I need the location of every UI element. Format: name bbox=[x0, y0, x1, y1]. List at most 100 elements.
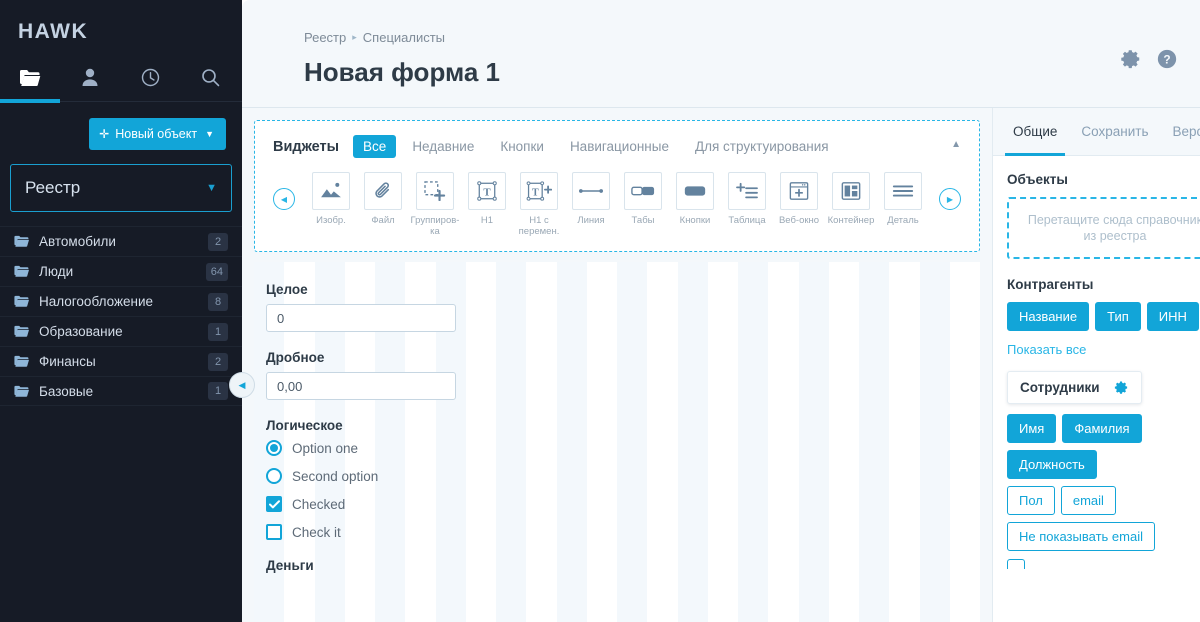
group-icon bbox=[416, 172, 454, 210]
widgets-tabs: Виджеты Все Недавние Кнопки Навигационны… bbox=[273, 135, 961, 158]
field-group-logical: Логическое Option one Second option Chec… bbox=[266, 418, 980, 540]
employees-card-title: Сотрудники bbox=[1020, 380, 1100, 395]
employee-tag-1[interactable]: Фамилия bbox=[1062, 414, 1142, 443]
tab-versions[interactable]: Версии bbox=[1160, 108, 1200, 156]
radio-second-option[interactable]: Second option bbox=[266, 468, 980, 484]
widget-items: Изобр. Файл Группиров-ка T H1 T H1 с перемен. Л… bbox=[295, 172, 939, 237]
field-input-decimal[interactable]: 0,00 bbox=[266, 372, 456, 400]
radio-icon-checked bbox=[266, 440, 282, 456]
registry-dropzone[interactable]: Перетащите сюда справочник из реестра bbox=[1007, 197, 1200, 259]
tree-item-count: 8 bbox=[208, 292, 228, 311]
widget-item-label: Контейнер bbox=[827, 215, 875, 226]
tab-save[interactable]: Сохранить bbox=[1069, 108, 1160, 156]
show-all-link[interactable]: Показать все bbox=[1007, 342, 1086, 357]
tree-item-5[interactable]: Базовые 1 bbox=[0, 376, 242, 406]
tree-item-3[interactable]: Образование 1 bbox=[0, 316, 242, 346]
tab-all[interactable]: Все bbox=[353, 135, 397, 158]
line-icon bbox=[572, 172, 610, 210]
widget-item-web-window[interactable]: Веб-окно bbox=[773, 172, 825, 237]
folder-icon bbox=[19, 69, 41, 87]
widget-item-detail[interactable]: Деталь bbox=[877, 172, 929, 237]
employees-card-header[interactable]: Сотрудники bbox=[1007, 371, 1142, 404]
help-icon[interactable]: ? bbox=[1156, 48, 1178, 70]
object-tree: Автомобили 2 Люди 64 Налогообложение 8 Образов… bbox=[0, 226, 242, 406]
field-input-integer[interactable]: 0 bbox=[266, 304, 456, 332]
employee-tag-row-1: Должность bbox=[1007, 450, 1200, 479]
sidebar-collapse-handle[interactable]: ◀ bbox=[229, 372, 255, 398]
widgets-collapse-icon[interactable]: ▲ bbox=[951, 139, 961, 150]
app-logo: HAWK bbox=[18, 20, 89, 43]
widgets-scroll-left-button[interactable]: ◀ bbox=[273, 188, 295, 210]
tab-structure[interactable]: Для структуирования bbox=[685, 135, 839, 158]
button-icon bbox=[676, 172, 714, 210]
breadcrumb-item-1[interactable]: Специалисты bbox=[363, 30, 445, 45]
clock-icon bbox=[141, 68, 160, 87]
widget-item-label: Группиров-ка bbox=[410, 215, 460, 237]
tree-item-2[interactable]: Налогообложение 8 bbox=[0, 286, 242, 316]
employee-tag-3[interactable]: Пол bbox=[1007, 486, 1055, 515]
new-object-button[interactable]: ✛ Новый объект ▼ bbox=[89, 118, 226, 150]
gear-icon[interactable] bbox=[1114, 380, 1129, 395]
page-title: Новая форма 1 bbox=[304, 57, 501, 87]
radio-option-one-label: Option one bbox=[292, 440, 359, 456]
nav-user-button[interactable] bbox=[60, 54, 120, 102]
new-object-label: Новый объект bbox=[115, 127, 198, 141]
employees-tag-partial[interactable] bbox=[1007, 559, 1025, 569]
widget-item-line[interactable]: Линия bbox=[565, 172, 617, 237]
employees-tags: Имя Фамилия Должность Пол email Не показывать… bbox=[1007, 414, 1200, 551]
objects-section-title: Объекты bbox=[1007, 172, 1068, 187]
widget-item-paperclip[interactable]: Файл bbox=[357, 172, 409, 237]
field-label-decimal: Дробное bbox=[266, 350, 325, 365]
counterparty-tag-2[interactable]: ИНН bbox=[1146, 302, 1199, 331]
tree-item-1[interactable]: Люди 64 bbox=[0, 256, 242, 286]
widget-item-table[interactable]: Таблица bbox=[721, 172, 773, 237]
widget-item-label: Линия bbox=[577, 215, 605, 226]
employee-tag-row-2: Пол email bbox=[1007, 486, 1200, 515]
form-canvas[interactable]: Целое 0 Дробное 0,00 Логическое Option o… bbox=[254, 262, 980, 622]
svg-text:T: T bbox=[483, 187, 491, 199]
radio-option-one[interactable]: Option one bbox=[266, 440, 980, 456]
employee-tag-2[interactable]: Должность bbox=[1007, 450, 1097, 479]
nav-history-button[interactable] bbox=[120, 54, 180, 102]
tab-recent[interactable]: Недавние bbox=[402, 135, 484, 158]
employee-tag-4[interactable]: email bbox=[1060, 486, 1116, 515]
counterparty-tag-0[interactable]: Название bbox=[1007, 302, 1090, 331]
checkbox-check-it[interactable]: Check it bbox=[266, 524, 980, 540]
tree-item-4[interactable]: Финансы 2 bbox=[0, 346, 242, 376]
folder-icon bbox=[14, 265, 29, 278]
widget-item-image[interactable]: Изобр. bbox=[305, 172, 357, 237]
checkbox-check-it-label: Check it bbox=[292, 524, 341, 540]
checkbox-checked[interactable]: Checked bbox=[266, 496, 980, 512]
tab-general[interactable]: Общие bbox=[1001, 108, 1069, 156]
widget-item-heading-variable[interactable]: T H1 с перемен. bbox=[513, 172, 565, 237]
widget-item-tabs[interactable]: Табы bbox=[617, 172, 669, 237]
employee-tag-5[interactable]: Не показывать email bbox=[1007, 522, 1155, 551]
tree-item-0[interactable]: Автомобили 2 bbox=[0, 226, 242, 256]
nav-search-button[interactable] bbox=[180, 54, 240, 102]
form-fields: Целое 0 Дробное 0,00 Логическое Option o… bbox=[254, 262, 980, 573]
svg-text:?: ? bbox=[1163, 53, 1170, 67]
search-icon bbox=[201, 68, 220, 87]
top-bar: Реестр ▸ Специалисты Новая форма 1 ? bbox=[242, 0, 1200, 108]
breadcrumb-item-0[interactable]: Реестр bbox=[304, 30, 346, 45]
widget-item-heading[interactable]: T H1 bbox=[461, 172, 513, 237]
folder-icon bbox=[14, 295, 29, 308]
registry-select[interactable]: Реестр ▼ bbox=[10, 164, 232, 212]
widget-item-label: Деталь bbox=[887, 215, 919, 226]
widgets-list: ◀ Изобр. Файл Группиров-ка T H1 T H1 с перемен… bbox=[273, 172, 961, 237]
tab-buttons[interactable]: Кнопки bbox=[490, 135, 554, 158]
widgets-scroll-right-button[interactable]: ▶ bbox=[939, 188, 961, 210]
widget-item-button[interactable]: Кнопки bbox=[669, 172, 721, 237]
employee-tag-0[interactable]: Имя bbox=[1007, 414, 1057, 443]
chevron-down-icon: ▼ bbox=[205, 129, 214, 139]
widget-item-group[interactable]: Группиров-ка bbox=[409, 172, 461, 237]
gear-icon[interactable] bbox=[1120, 48, 1142, 70]
nav-folder-button[interactable] bbox=[0, 54, 60, 103]
tab-navigation[interactable]: Навигационные bbox=[560, 135, 679, 158]
counterparty-tag-1[interactable]: Тип bbox=[1095, 302, 1141, 331]
right-panel-body: Объекты Перетащите сюда справочник из ре… bbox=[993, 156, 1200, 569]
tree-item-count: 1 bbox=[208, 322, 228, 341]
widget-item-container[interactable]: Контейнер bbox=[825, 172, 877, 237]
field-group-integer: Целое 0 bbox=[266, 282, 980, 332]
new-object-row: ✛ Новый объект ▼ bbox=[0, 102, 242, 150]
